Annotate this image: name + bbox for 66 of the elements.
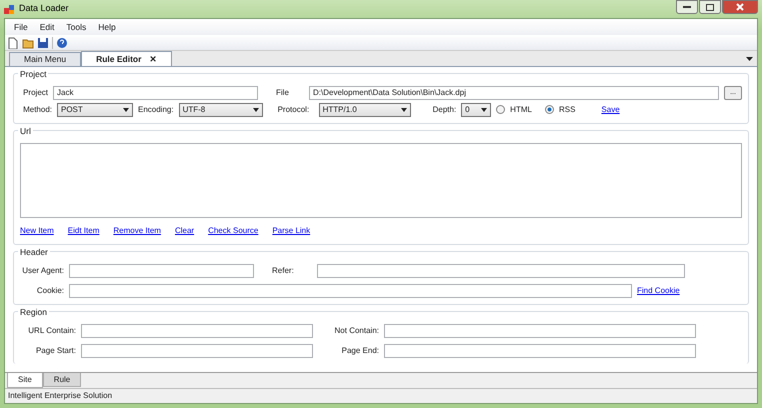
radio-button[interactable] <box>544 105 554 114</box>
radio-button[interactable] <box>496 105 506 114</box>
group-title: Region <box>18 306 49 319</box>
caret-icon <box>481 108 488 112</box>
window-title: Data Loader <box>19 2 69 16</box>
text-field[interactable] <box>81 324 313 338</box>
maximize-button[interactable] <box>699 0 721 14</box>
tab[interactable]: Rule Editor ✕ <box>81 51 172 66</box>
field-label: HTML <box>510 104 532 116</box>
field-label: Page Start: <box>34 344 76 356</box>
link[interactable]: Clear <box>174 224 194 236</box>
text-field[interactable]: Jack <box>53 86 258 100</box>
text-field[interactable] <box>81 344 313 358</box>
minimize-button[interactable] <box>676 0 698 14</box>
dropdown[interactable]: HTTP/1.0 <box>318 102 411 116</box>
dropdown[interactable]: POST <box>57 102 133 116</box>
tab[interactable]: Main Menu <box>9 52 82 66</box>
close-icon <box>736 3 744 11</box>
field-label: Cookie: <box>36 284 64 296</box>
status-bar: Intelligent Enterprise Solution <box>5 388 757 403</box>
link[interactable]: New Item <box>20 224 54 236</box>
menu-item[interactable]: Edit <box>34 20 60 34</box>
find-cookie-link[interactable]: Find Cookie <box>637 284 680 296</box>
field-label: Encoding: <box>138 104 174 116</box>
field-label: Not Contain: <box>334 324 379 336</box>
text-field[interactable] <box>69 284 632 298</box>
field-label: URL Contain: <box>27 324 76 336</box>
field-label: Page End: <box>340 344 379 356</box>
maximize-icon <box>706 4 714 10</box>
dropdown-icon[interactable] <box>746 56 753 60</box>
save-icon[interactable] <box>37 36 49 48</box>
tab[interactable]: Rule <box>42 373 82 387</box>
field-label: File <box>276 86 290 98</box>
field-label: Protocol: <box>278 104 310 116</box>
field-label: Project <box>22 86 48 98</box>
text-field[interactable] <box>384 324 696 338</box>
group-title: Project <box>18 68 48 81</box>
link[interactable]: Parse Link <box>272 224 310 236</box>
help-icon[interactable] <box>56 36 68 48</box>
menu-item[interactable]: Tools <box>61 20 92 34</box>
link[interactable]: Eidt Item <box>68 224 100 236</box>
minimize-icon <box>683 6 691 8</box>
url-list[interactable] <box>20 143 742 218</box>
dropdown[interactable]: UTF-8 <box>178 102 263 116</box>
field-label: Method: <box>22 104 52 116</box>
menu-item[interactable]: File <box>9 20 33 34</box>
field-label: Refer: <box>272 264 295 276</box>
field-label: User Agent: <box>21 264 64 276</box>
field-label: Depth: <box>432 104 456 116</box>
caret-icon <box>123 108 129 112</box>
field-label: RSS <box>558 104 576 116</box>
caret-icon <box>252 108 259 112</box>
tab[interactable]: Site <box>7 373 43 388</box>
link[interactable]: Check Source <box>208 224 258 236</box>
menu-item[interactable]: Help <box>93 20 121 34</box>
caret-icon <box>400 108 407 112</box>
text-field[interactable] <box>384 344 696 358</box>
close-tab-button[interactable]: ✕ <box>149 52 158 66</box>
close-button[interactable] <box>722 0 758 14</box>
dropdown[interactable]: 0 <box>461 102 492 116</box>
text-field[interactable] <box>317 264 685 278</box>
text-field[interactable] <box>69 264 254 278</box>
save-link[interactable]: Save <box>601 104 620 116</box>
link[interactable]: Remove Item <box>113 224 161 236</box>
text-field[interactable]: D:\Development\Data Solution\Bin\Jack.dpj <box>309 86 719 100</box>
app-icon <box>4 4 15 14</box>
